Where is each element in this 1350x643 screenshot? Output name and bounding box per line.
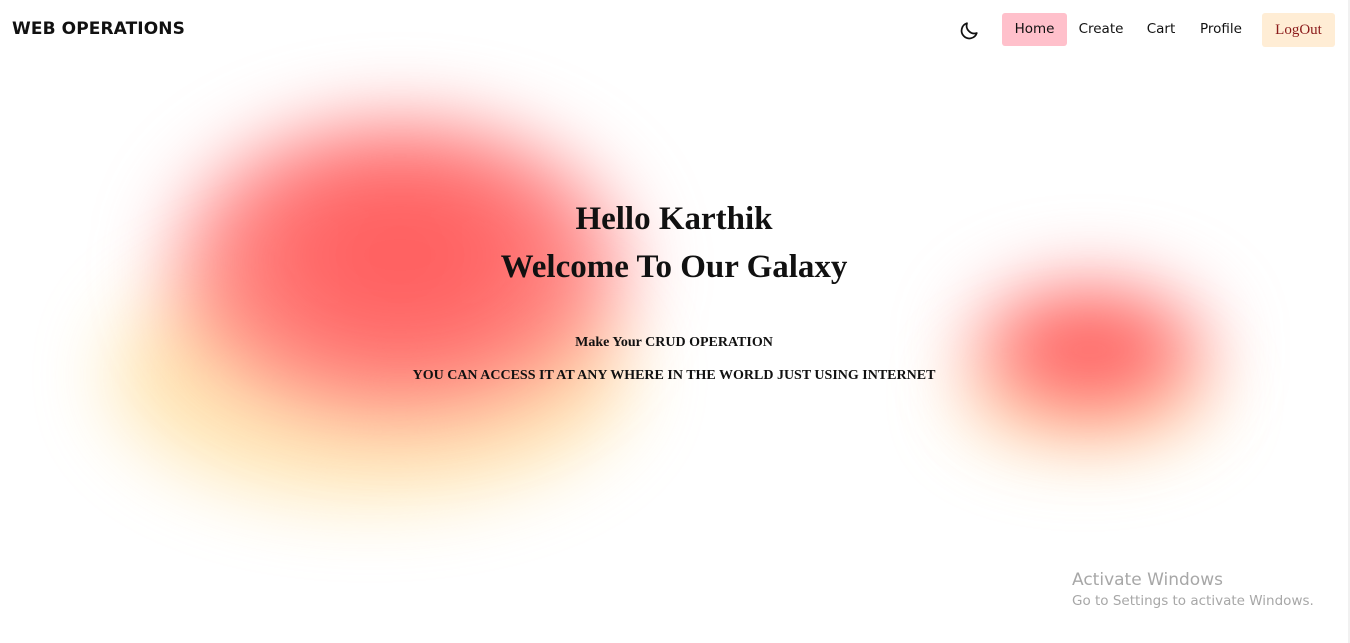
watermark-title: Activate Windows	[1072, 570, 1223, 590]
hero-description: YOU CAN ACCESS IT AT ANY WHERE IN THE WO…	[412, 368, 936, 383]
hero-welcome-heading: Welcome To Our Galaxy	[500, 249, 848, 285]
theme-toggle-button[interactable]	[958, 20, 980, 42]
activate-windows-watermark: Activate Windows Go to Settings to activ…	[1072, 570, 1314, 612]
hero-tagline: Make Your CRUD OPERATION	[575, 335, 773, 350]
hero-greeting: Hello Karthik	[575, 201, 773, 237]
watermark-subtitle: Go to Settings to activate Windows.	[1072, 593, 1314, 609]
nav-home-link[interactable]: Home	[1002, 13, 1067, 46]
logout-button[interactable]: LogOut	[1262, 13, 1335, 47]
nav-profile-link[interactable]: Profile	[1192, 13, 1250, 46]
moon-icon	[960, 22, 978, 40]
top-navbar: WEB OPERATIONS Home Create Cart Profile …	[0, 0, 1348, 60]
hero-section: Hello Karthik Welcome To Our Galaxy	[0, 195, 1348, 291]
brand-logo-text[interactable]: WEB OPERATIONS	[12, 19, 185, 39]
nav-create-link[interactable]: Create	[1072, 13, 1130, 46]
nav-cart-link[interactable]: Cart	[1134, 13, 1188, 46]
